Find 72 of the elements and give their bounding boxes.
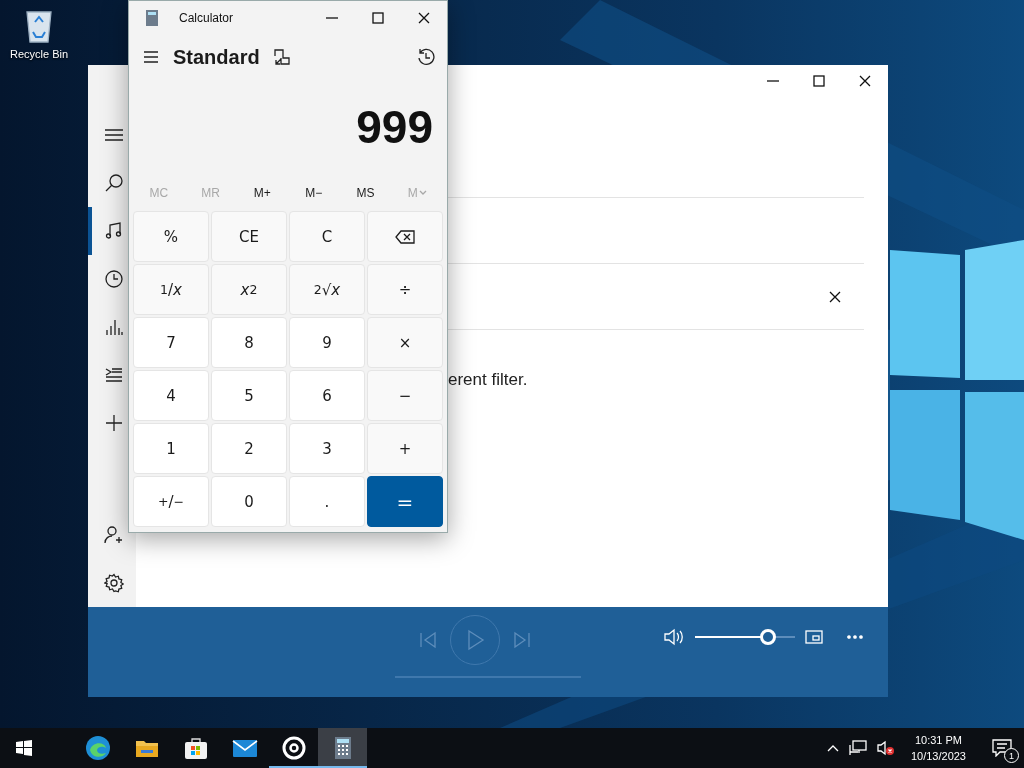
mini-view-icon — [805, 630, 823, 644]
calculator-key[interactable]: 6 — [289, 370, 365, 421]
mode-title: Standard — [173, 45, 260, 69]
keep-on-top-icon — [273, 49, 290, 65]
volume-slider[interactable] — [695, 629, 795, 645]
calculator-key[interactable]: CE — [211, 211, 287, 262]
playlist-icon[interactable] — [104, 365, 124, 385]
calculator-key[interactable]: 3 — [289, 423, 365, 474]
play-icon — [465, 629, 485, 651]
network-icon — [848, 740, 867, 756]
taskbar-app[interactable] — [318, 728, 367, 768]
window-title: Calculator — [179, 11, 235, 25]
music-note-icon[interactable] — [104, 221, 124, 241]
memory-button[interactable]: M+ — [236, 175, 288, 211]
calculator-key[interactable]: 7 — [133, 317, 209, 368]
keep-on-top-button[interactable] — [273, 49, 290, 65]
chevron-up-icon — [826, 744, 839, 752]
add-user-icon[interactable] — [104, 525, 124, 545]
calculator-key[interactable]: − — [367, 370, 443, 421]
calculator-key[interactable]: ÷ — [367, 264, 443, 315]
maximize-icon — [813, 75, 825, 87]
previous-icon — [418, 630, 438, 650]
calculator-key[interactable]: 0 — [211, 476, 287, 527]
result-display: 999 — [355, 100, 434, 155]
calculator-key[interactable]: × — [367, 317, 443, 368]
store-bag-icon[interactable] — [182, 735, 209, 761]
clock-icon[interactable] — [104, 269, 124, 289]
menu-icon — [143, 50, 159, 64]
calculator-key[interactable]: 9 — [289, 317, 365, 368]
windows-logo-icon — [16, 740, 32, 756]
menu-button[interactable] — [143, 50, 159, 64]
calculator-key[interactable]: . — [289, 476, 365, 527]
equals-button[interactable]: = — [367, 476, 443, 527]
backspace-icon — [395, 229, 415, 244]
notifications-button[interactable]: 1 — [980, 728, 1024, 768]
message-icon — [992, 739, 1012, 757]
history-icon — [417, 48, 435, 66]
clock[interactable]: 10:31 PM 10/13/2023 — [902, 732, 974, 764]
mini-view-button[interactable] — [805, 630, 823, 644]
backspace-button[interactable] — [367, 211, 443, 262]
calculator-key[interactable]: 8 — [211, 317, 287, 368]
calculator-key[interactable]: + — [367, 423, 443, 474]
chevron-icon — [418, 190, 427, 196]
close-icon — [859, 75, 871, 87]
calculator-key[interactable]: 5 — [211, 370, 287, 421]
memory-button[interactable]: M− — [288, 175, 340, 211]
desktop-icon-label[interactable]: Recycle Bin — [9, 48, 69, 60]
plus-icon[interactable] — [104, 413, 124, 433]
empty-message: erent filter. — [448, 370, 529, 390]
browser-icon[interactable] — [84, 735, 111, 761]
maximize-icon — [372, 12, 384, 24]
search-icon[interactable] — [104, 173, 124, 193]
more-button[interactable] — [847, 635, 863, 639]
calculator-key[interactable]: 2 — [211, 423, 287, 474]
more-icon — [847, 635, 863, 639]
volume-icon[interactable] — [663, 627, 685, 647]
settings-icon[interactable] — [104, 573, 124, 593]
close-icon — [829, 290, 841, 303]
volume-muted-button[interactable] — [874, 740, 897, 756]
calculator-key[interactable]: C — [289, 211, 365, 262]
muted-speaker-icon — [876, 740, 895, 756]
bar-chart-icon[interactable] — [104, 317, 124, 337]
calculator-key[interactable]: 4 — [133, 370, 209, 421]
calculator-icon — [145, 9, 159, 27]
calculator-key[interactable]: % — [133, 211, 209, 262]
calculator-key[interactable]: 1 — [133, 423, 209, 474]
memory-button[interactable]: MS — [339, 175, 392, 211]
network-button[interactable] — [846, 740, 869, 756]
close-icon — [418, 12, 430, 24]
history-button[interactable] — [417, 48, 435, 66]
disc-icon[interactable] — [280, 735, 307, 761]
next-icon — [512, 630, 532, 650]
